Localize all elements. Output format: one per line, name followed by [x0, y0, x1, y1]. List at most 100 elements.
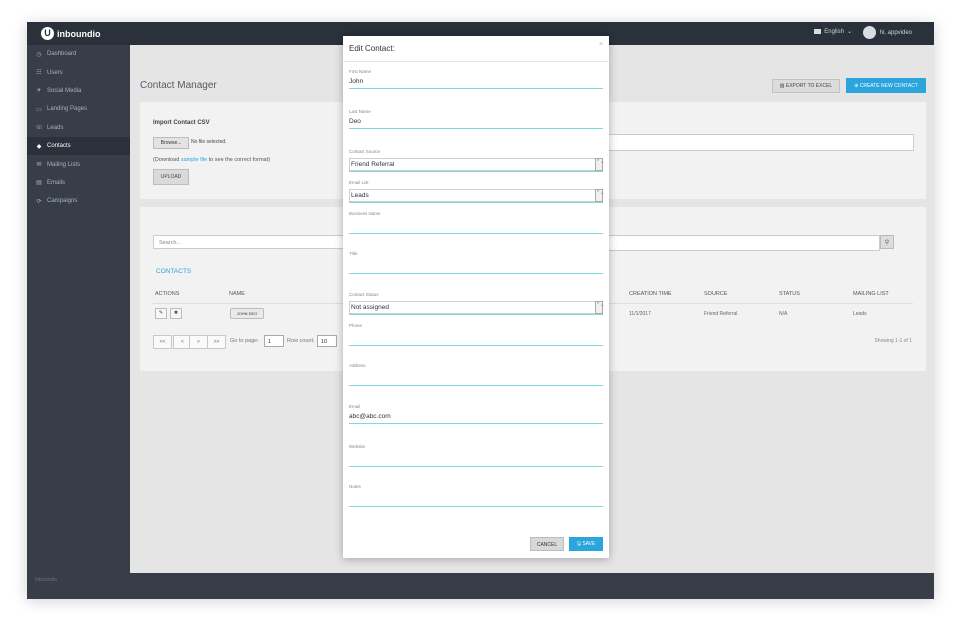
business-name-label: Business Name: [349, 211, 381, 216]
save-button[interactable]: 🖫 SAVE: [569, 537, 603, 551]
contact-source-label: Contact Source: [349, 149, 381, 154]
sidebar-item-label: Mailing Lists: [47, 161, 81, 168]
sidebar-item-mailing-lists[interactable]: ✉ Mailing Lists: [27, 155, 130, 173]
email-list-select[interactable]: Leads ⌃⌄: [349, 189, 604, 203]
email-list-label: Email List: [349, 180, 369, 185]
file-path-field[interactable]: [602, 134, 914, 151]
website-input[interactable]: [349, 453, 603, 465]
page-select[interactable]: 1: [264, 335, 284, 347]
email-input[interactable]: abc@abc.com: [349, 413, 603, 422]
language-selector[interactable]: English ⌄: [814, 28, 852, 35]
close-icon[interactable]: ×: [599, 41, 603, 48]
cell-status: N/A: [779, 311, 788, 317]
sidebar-item-users[interactable]: ☷ Users: [27, 63, 130, 81]
browse-button[interactable]: Browse...: [153, 137, 189, 149]
search-icon[interactable]: ⚲: [880, 235, 894, 249]
column-header-status: STATUS: [779, 291, 800, 297]
business-name-input[interactable]: [349, 220, 603, 232]
list-icon: ▤: [36, 180, 42, 187]
dashboard-icon: ◷: [36, 51, 42, 58]
notes-input[interactable]: [349, 493, 603, 505]
row-count-label: Row count:: [287, 338, 315, 344]
avatar: [862, 26, 876, 39]
chevron-down-icon: ⌄: [846, 29, 852, 35]
save-label: SAVE: [582, 541, 596, 547]
sidebar-item-landing-pages[interactable]: ▭ Landing Pages: [27, 100, 130, 118]
upload-button[interactable]: UPLOAD: [153, 169, 189, 185]
hint-suffix: to see the correct format): [208, 157, 271, 163]
brand-logo[interactable]: U inboundio: [41, 27, 100, 40]
sidebar-item-emails[interactable]: ▤ Emails: [27, 174, 130, 192]
last-page-button[interactable]: >>: [207, 335, 226, 349]
sidebar-item-label: Dashboard: [47, 51, 77, 58]
sidebar-item-label: Landing Pages: [47, 106, 88, 113]
sidebar-item-label: Campaigns: [47, 198, 78, 205]
notes-label: Notes: [349, 484, 361, 489]
create-label: CREATE NEW CONTACT: [859, 82, 918, 89]
sidebar-item-label: Contacts: [47, 143, 71, 150]
notes-field: Notes: [349, 484, 603, 507]
page-title: Contact Manager: [140, 80, 217, 91]
refresh-icon: ⟳: [36, 198, 42, 205]
contact-status-label: Contact Status: [349, 292, 379, 297]
cell-source: Friend Referral: [704, 311, 738, 317]
sidebar-item-campaigns[interactable]: ⟳ Campaigns: [27, 192, 130, 210]
column-header-mailing-list: MAILING LIST: [853, 291, 889, 297]
first-name-input[interactable]: John: [349, 78, 603, 87]
modal-title: Edit Contact:: [349, 44, 395, 53]
sidebar-item-contacts[interactable]: ◆ Contacts: [27, 136, 130, 156]
contacts-icon: ◆: [36, 143, 42, 150]
sidebar-item-dashboard[interactable]: ◷ Dashboard: [27, 45, 130, 63]
import-title: Import Contact CSV: [153, 120, 210, 126]
email-list-field: Email List: [349, 180, 603, 187]
user-name: hi, appvideo: [879, 29, 912, 36]
contact-source-field: Contact Source: [349, 149, 603, 156]
next-page-button[interactable]: >: [189, 335, 208, 349]
business-name-field: Business Name: [349, 211, 603, 234]
address-input[interactable]: [349, 372, 603, 384]
goto-page-label: Go to page:: [230, 338, 259, 344]
last-name-input[interactable]: Deo: [349, 118, 603, 127]
user-menu[interactable]: hi, appvideo: [862, 26, 912, 39]
email-label: Email: [349, 404, 361, 409]
column-header-actions: ACTIONS: [155, 291, 180, 297]
contact-status-value: Not assigned: [351, 304, 389, 311]
create-new-contact-button[interactable]: ⊕ CREATE NEW CONTACT: [846, 78, 926, 93]
sample-hint: (Download sample file to see the correct…: [153, 157, 270, 163]
select-arrows-icon: ⌃⌄: [595, 301, 604, 314]
hint-prefix: (Download: [153, 157, 180, 163]
export-to-excel-button[interactable]: ▨ EXPORT TO EXCEL: [772, 79, 840, 93]
mail-icon: ✉: [36, 162, 42, 169]
select-arrows-icon: ⌃⌄: [595, 158, 604, 171]
social-icon: ✈: [36, 88, 42, 95]
export-label: EXPORT TO EXCEL: [785, 83, 833, 89]
first-page-button[interactable]: <<: [153, 335, 172, 349]
phone-field: Phone: [349, 323, 603, 346]
cancel-button[interactable]: CANCEL: [530, 537, 564, 551]
sidebar-item-label: Users: [47, 69, 63, 76]
column-header-source: SOURCE: [704, 291, 728, 297]
contact-status-select[interactable]: Not assigned ⌃⌄: [349, 301, 604, 315]
delete-icon[interactable]: ✖: [170, 308, 182, 319]
title-input[interactable]: [349, 260, 603, 272]
page-icon: ▭: [36, 106, 42, 113]
language-label: English: [824, 28, 844, 35]
file-status: No file selected.: [191, 139, 227, 145]
address-field: Address: [349, 363, 603, 386]
contact-name-badge[interactable]: JOHN DEO: [230, 308, 264, 319]
floppy-disk-icon: 🖫: [576, 541, 581, 547]
sidebar-item-label: Social Media: [47, 87, 82, 94]
title-label: Title: [349, 251, 358, 256]
sidebar-item-leads[interactable]: ☏ Leads: [27, 119, 130, 137]
edit-icon[interactable]: ✎: [155, 308, 167, 319]
sidebar-item-social-media[interactable]: ✈ Social Media: [27, 82, 130, 100]
brand-name: inboundio: [57, 28, 101, 39]
users-icon: ☷: [36, 70, 42, 77]
row-count-select[interactable]: 10: [317, 335, 337, 347]
search-input-extension[interactable]: [602, 235, 880, 251]
sample-file-link[interactable]: sample file: [181, 157, 207, 163]
contact-source-select[interactable]: Friend Referral ⌃⌄: [349, 158, 604, 172]
phone-input[interactable]: [349, 332, 603, 344]
modal-divider: [343, 61, 609, 62]
sidebar-item-label: Emails: [47, 179, 66, 186]
